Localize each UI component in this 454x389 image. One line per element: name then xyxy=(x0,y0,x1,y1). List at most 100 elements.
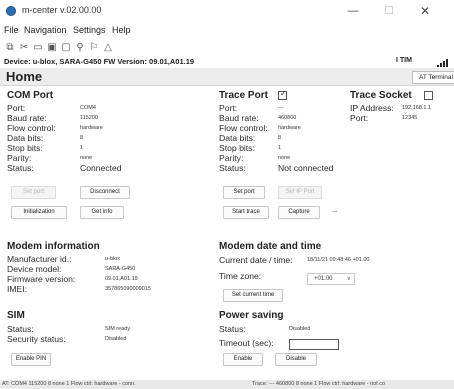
trace-parity-label: Parity: xyxy=(219,153,244,163)
device-info-bar: Device: u-blox, SARA-G450 FW Version: 09… xyxy=(0,56,454,68)
firmware-label: Firmware version: xyxy=(7,274,76,284)
com-databits-label: Data bits: xyxy=(7,133,44,143)
com-flow-value: hardware xyxy=(80,125,103,131)
trace-flow-label: Flow control: xyxy=(219,123,268,133)
trace-port-checkbox[interactable]: ✓ xyxy=(278,89,287,100)
com-parity-label: Parity: xyxy=(7,153,32,163)
modem-date-title: Modem date and time xyxy=(219,241,322,252)
status-bar: AT: COM4 115200 8 none 1 Flow ctrl: hard… xyxy=(0,380,454,389)
trace-stopbits-label: Stop bits: xyxy=(219,143,255,153)
trace-baud-value: 460800 xyxy=(278,115,297,121)
set-port-button[interactable]: Set port xyxy=(11,186,56,199)
set-current-time-button[interactable]: Set current time xyxy=(223,289,283,302)
trace-port-title: Trace Port xyxy=(219,90,268,101)
title-bar: m-center v.02.00.00 — ☐ ✕ xyxy=(0,0,454,22)
window-icon[interactable]: ▢ xyxy=(60,42,72,54)
sim-status-label: Status: xyxy=(7,324,34,334)
copy-icon[interactable]: ⧉ xyxy=(4,42,16,54)
timeout-input[interactable] xyxy=(289,339,339,350)
menu-settings[interactable]: Settings xyxy=(73,25,106,35)
sim-title: SIM xyxy=(7,310,25,321)
folder-icon[interactable]: ▭ xyxy=(32,42,44,54)
timezone-value: +01.00 xyxy=(314,276,333,282)
trace-databits-value: 8 xyxy=(278,135,282,141)
current-date-value: 18/11/21 09:48:46 +01.00 xyxy=(307,257,370,263)
operator-name: I TIM xyxy=(396,57,412,64)
disable-button[interactable]: Disable xyxy=(275,353,317,366)
toolbar: ⧉ ✂ ▭ ▣ ▢ ⚲ ⚐ △ xyxy=(0,40,454,56)
menu-file[interactable]: File xyxy=(4,25,19,35)
signal-strength-icon xyxy=(437,58,451,67)
tab-at-terminal[interactable]: AT Terminal xyxy=(412,71,454,84)
com-baud-value: 115200 xyxy=(80,115,98,121)
manufacturer-value: u-blox xyxy=(105,256,120,262)
enable-pin-button[interactable]: Enable PIN xyxy=(11,353,51,366)
trace-socket-checkbox[interactable] xyxy=(424,91,433,100)
power-saving-title: Power saving xyxy=(219,310,284,321)
socket-port-label: Port: xyxy=(350,113,369,123)
com-stopbits-label: Stop bits: xyxy=(7,143,43,153)
com-baud-label: Baud rate: xyxy=(7,113,47,123)
capture-button[interactable]: Capture xyxy=(278,206,320,219)
menu-help[interactable]: Help xyxy=(112,25,131,35)
timezone-select[interactable]: +01.00 ∨ xyxy=(307,273,355,285)
trace-databits-label: Data bits: xyxy=(219,133,256,143)
model-value: SARA-G450 xyxy=(105,266,136,272)
initialization-button[interactable]: Initialization xyxy=(11,206,67,219)
socket-port-value: 12345 xyxy=(402,115,418,121)
imei-value: 357865090009015 xyxy=(105,286,151,292)
trace-set-port-button[interactable]: Set port xyxy=(223,186,265,199)
trace-port-label: Port: xyxy=(219,103,238,113)
trace-flow-value: hardware xyxy=(278,125,301,131)
com-status-label: Status: xyxy=(7,163,34,173)
run-icon[interactable]: ⚲ xyxy=(74,42,86,54)
model-label: Device model: xyxy=(7,264,62,274)
modem-info-title: Modem information xyxy=(7,241,100,252)
minimize-button[interactable]: — xyxy=(338,2,368,20)
menu-bar: File Navigation Settings Help xyxy=(0,23,454,39)
power-status-value: Disabled xyxy=(289,326,311,332)
trace-baud-label: Baud rate: xyxy=(219,113,259,123)
timezone-label: Time zone: xyxy=(219,271,262,281)
com-stopbits-value: 1 xyxy=(80,145,84,151)
com-port-title: COM Port xyxy=(7,90,54,101)
start-trace-button[interactable]: Start trace xyxy=(223,206,269,219)
com-port-value: COM4 xyxy=(80,105,96,111)
trace-port-value: --- xyxy=(278,105,284,111)
trace-port-status: Trace: --- 460800 8 none 1 Flow ctrl: ha… xyxy=(252,381,386,387)
com-status-value: Connected xyxy=(80,163,122,173)
set-ip-port-button[interactable]: Set IP Port xyxy=(278,186,322,199)
manufacturer-label: Manufacturer id.: xyxy=(7,254,72,264)
timeout-label: Timeout (sec): xyxy=(219,338,274,348)
maximize-button[interactable]: ☐ xyxy=(374,2,404,20)
warning-icon[interactable]: △ xyxy=(102,42,114,54)
antenna-icon[interactable]: ⚐ xyxy=(88,42,100,54)
security-status-label: Security status: xyxy=(7,334,66,344)
disconnect-button[interactable]: Disconnect xyxy=(80,186,130,199)
com-port-label: Port: xyxy=(7,103,26,113)
enable-button[interactable]: Enable xyxy=(223,353,263,366)
sim-status-value: SIM ready xyxy=(105,326,131,332)
trace-stopbits-value: 1 xyxy=(278,145,282,151)
window-title: m-center v.02.00.00 xyxy=(22,5,102,15)
checkmark-icon: ✓ xyxy=(280,89,287,98)
chevron-down-icon: ∨ xyxy=(346,276,351,282)
app-logo-icon xyxy=(6,6,16,16)
trace-socket-title: Trace Socket xyxy=(350,90,412,101)
get-info-button[interactable]: Get info xyxy=(80,206,124,219)
menu-navigation[interactable]: Navigation xyxy=(24,25,67,35)
at-port-status: AT: COM4 115200 8 none 1 Flow ctrl: hard… xyxy=(2,381,136,387)
capture-file: --- xyxy=(332,209,338,215)
current-date-label: Current date / time: xyxy=(219,255,293,265)
close-button[interactable]: ✕ xyxy=(410,2,440,20)
cut-icon[interactable]: ✂ xyxy=(18,42,30,54)
socket-ip-label: IP Address: xyxy=(350,103,394,113)
trace-parity-value: none xyxy=(278,155,291,161)
socket-ip-value: 192.168.1.1 xyxy=(402,105,432,111)
page-header: Home AT Terminal xyxy=(0,68,454,86)
security-status-value: Disabled xyxy=(105,336,127,342)
device-icon[interactable]: ▣ xyxy=(46,42,58,54)
com-parity-value: none xyxy=(80,155,93,161)
device-info: Device: u-blox, SARA-G450 FW Version: 09… xyxy=(4,57,195,66)
trace-status-value: Not connected xyxy=(278,163,334,173)
